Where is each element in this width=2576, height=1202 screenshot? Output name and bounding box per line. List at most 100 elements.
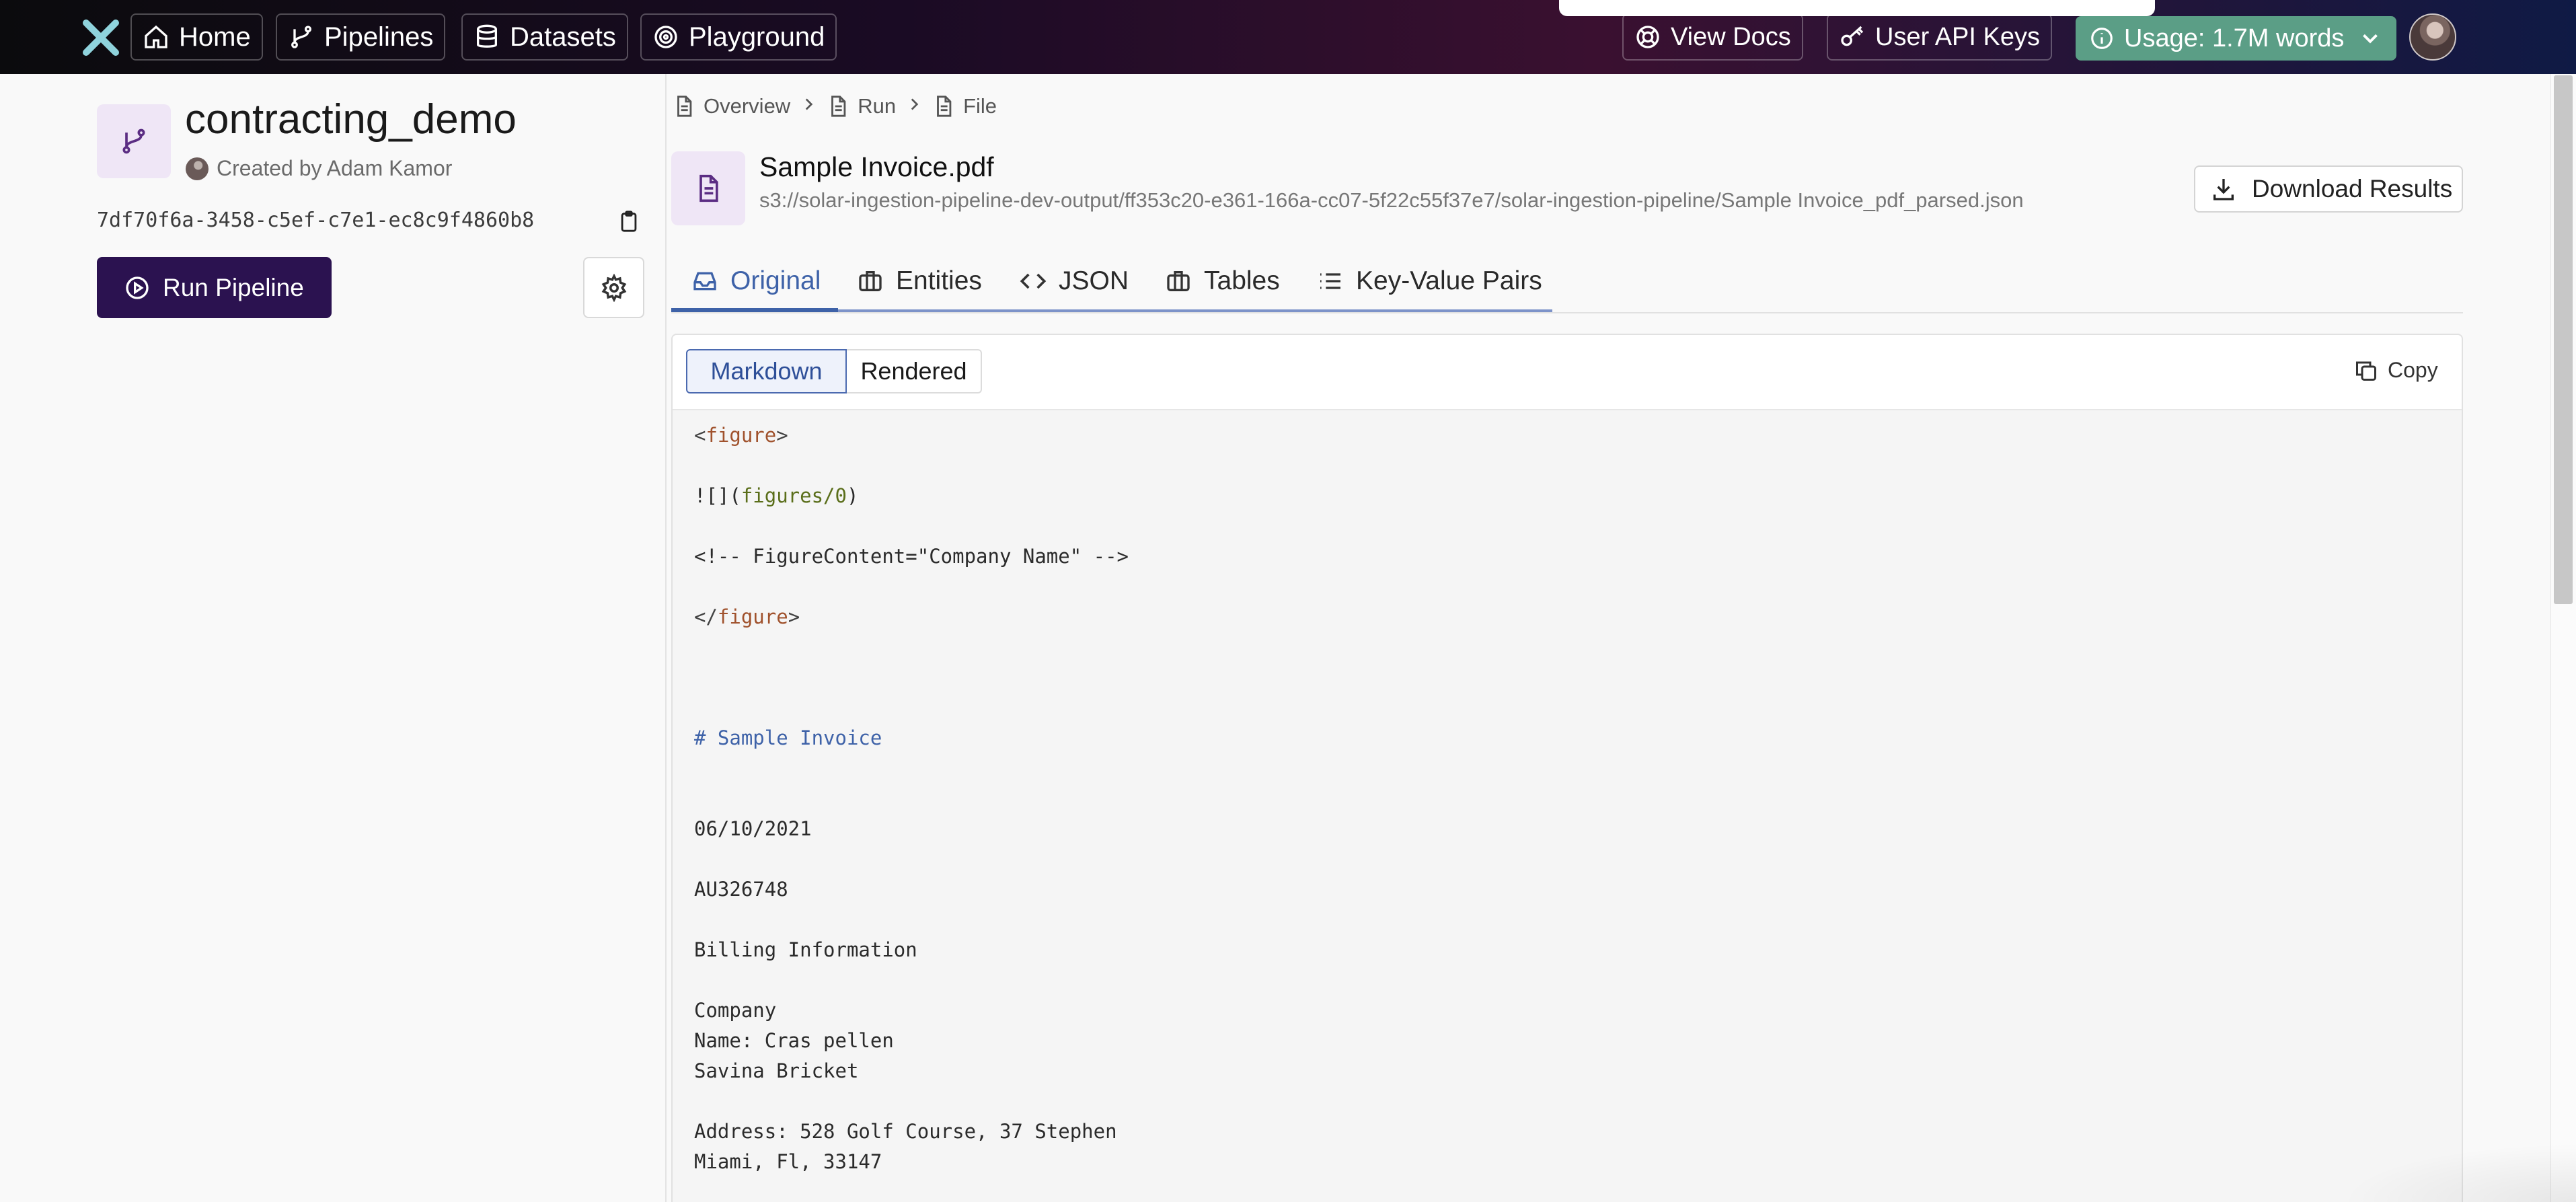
code-line: Billing Information (694, 938, 917, 961)
tab-original-label: Original (730, 266, 821, 295)
document-icon (677, 96, 692, 117)
code-line: Name: Cras pellen (694, 1029, 894, 1052)
branch-icon (122, 128, 145, 154)
code-line: AU326748 (694, 878, 788, 901)
code-line: </figure> (694, 605, 800, 628)
nav-playground-button[interactable]: Playground (640, 13, 837, 61)
breadcrumb-file-label: File (963, 94, 997, 118)
nav-datasets-label: Datasets (510, 22, 616, 52)
inbox-icon (693, 272, 716, 291)
database-icon (477, 24, 497, 48)
file-title: Sample Invoice.pdf (759, 151, 994, 182)
copy-id-button[interactable] (615, 207, 643, 235)
branch-icon (291, 26, 311, 48)
creator-label: Created by Adam Kamor (217, 156, 453, 180)
list-icon (1320, 273, 1340, 289)
copy-label: Copy (2388, 358, 2438, 382)
result-tabs: Original Entities JSON Tables Key-Value … (671, 250, 2463, 313)
document-icon (937, 96, 952, 117)
code-line: <!-- FigureContent="Company Name" --> (694, 545, 1129, 568)
code-line: <figure> (694, 424, 788, 447)
top-nav-bar: Home Pipelines Datasets Playground View … (0, 0, 2576, 74)
copy-icon (2356, 361, 2376, 381)
tab-entities-label: Entities (896, 266, 982, 295)
lifebuoy-icon (1636, 26, 1659, 48)
view-docs-label: View Docs (1671, 22, 1791, 51)
breadcrumb-separator (905, 94, 923, 118)
creator-avatar (186, 157, 209, 180)
pipeline-icon-box (97, 104, 171, 178)
viewer-toolbar: Markdown Rendered Copy (673, 335, 2462, 410)
breadcrumb: Overview Run File (673, 94, 997, 118)
play-circle-icon (126, 276, 149, 299)
code-line: Miami, Fl, 33147 (694, 1150, 882, 1173)
key-icon (1841, 26, 1864, 46)
info-icon (2091, 28, 2113, 49)
usage-label: Usage: 1.7M words (2124, 24, 2345, 52)
breadcrumb-run-label: Run (858, 94, 897, 118)
document-icon (831, 96, 846, 117)
document-icon (699, 174, 718, 202)
breadcrumb-overview-label: Overview (704, 94, 791, 118)
run-pipeline-label: Run Pipeline (163, 273, 304, 301)
view-docs-button[interactable]: View Docs (1622, 13, 1803, 61)
download-results-label: Download Results (2252, 175, 2453, 202)
nav-home-button[interactable]: Home (130, 13, 263, 61)
code-icon (1020, 273, 1047, 289)
code-line: # Sample Invoice (694, 726, 882, 749)
usage-dropdown[interactable]: Usage: 1.7M words (2076, 16, 2396, 61)
nav-pipelines-label: Pipelines (324, 22, 434, 52)
user-api-keys-label: User API Keys (1875, 22, 2040, 51)
nav-datasets-button[interactable]: Datasets (461, 13, 628, 61)
corner-shadow (2341, 1143, 2576, 1202)
chevron-right-icon (911, 98, 919, 110)
run-pipeline-button[interactable]: Run Pipeline (97, 257, 332, 318)
file-path: s3://solar-ingestion-pipeline-dev-output… (759, 188, 2024, 212)
download-icon (2213, 179, 2234, 200)
markdown-toggle[interactable]: Markdown (686, 349, 847, 393)
briefcase-icon (1167, 271, 1190, 291)
tab-json-label: JSON (1059, 266, 1129, 295)
clipboard-icon (621, 211, 637, 232)
tab-key-value-pairs-label: Key-Value Pairs (1356, 266, 1542, 295)
briefcase-icon (859, 271, 882, 291)
copy-button[interactable]: Copy (2354, 358, 2438, 383)
user-api-keys-button[interactable]: User API Keys (1827, 13, 2052, 61)
code-line: Company (694, 999, 777, 1022)
chevron-right-icon (805, 98, 813, 110)
home-icon (145, 25, 167, 48)
breadcrumb-run[interactable]: Run (827, 94, 896, 118)
gear-icon (601, 273, 626, 302)
breadcrumb-separator (800, 94, 817, 118)
code-line: Savina Bricket (694, 1059, 859, 1082)
rendered-toggle[interactable]: Rendered (847, 349, 982, 393)
breadcrumb-file[interactable]: File (932, 94, 997, 118)
page-scrollbar-thumb[interactable] (2554, 75, 2573, 604)
pipeline-id: 7df70f6a-3458-c5ef-c7e1-ec8c9f4860b8 (97, 209, 535, 232)
tab-tables-label: Tables (1204, 266, 1280, 295)
download-results-button[interactable]: Download Results (2194, 165, 2463, 213)
pipeline-settings-button[interactable] (583, 257, 644, 318)
pipeline-creator: Created by Adam Kamor (186, 156, 452, 181)
chevron-down-icon (2363, 34, 2378, 44)
code-line: 06/10/2021 (694, 817, 812, 840)
nav-pipelines-button[interactable]: Pipelines (276, 13, 446, 61)
overlay-strip (1559, 0, 2155, 16)
user-avatar[interactable] (2409, 13, 2456, 61)
tab-key-value-pairs[interactable]: Key-Value Pairs (1317, 250, 1542, 312)
tab-tables[interactable]: Tables (1165, 250, 1280, 312)
tab-original[interactable]: Original (691, 250, 821, 312)
document-viewer: Markdown Rendered Copy <figure> ![](figu… (671, 334, 2463, 1202)
tab-entities[interactable]: Entities (857, 250, 982, 312)
file-icon-box (671, 151, 745, 225)
breadcrumb-overview[interactable]: Overview (673, 94, 790, 118)
nav-home-label: Home (179, 22, 251, 52)
pipeline-title: contracting_demo (185, 96, 517, 143)
tab-json[interactable]: JSON (1020, 250, 1129, 312)
pipeline-sidebar: contracting_demo Created by Adam Kamor 7… (0, 74, 667, 1202)
code-line: ![](figures/0) (694, 484, 859, 507)
nav-playground-label: Playground (689, 22, 825, 52)
target-icon (654, 26, 677, 48)
x-logo-icon[interactable] (82, 19, 120, 57)
code-line: Address: 528 Golf Course, 37 Stephen (694, 1120, 1117, 1143)
